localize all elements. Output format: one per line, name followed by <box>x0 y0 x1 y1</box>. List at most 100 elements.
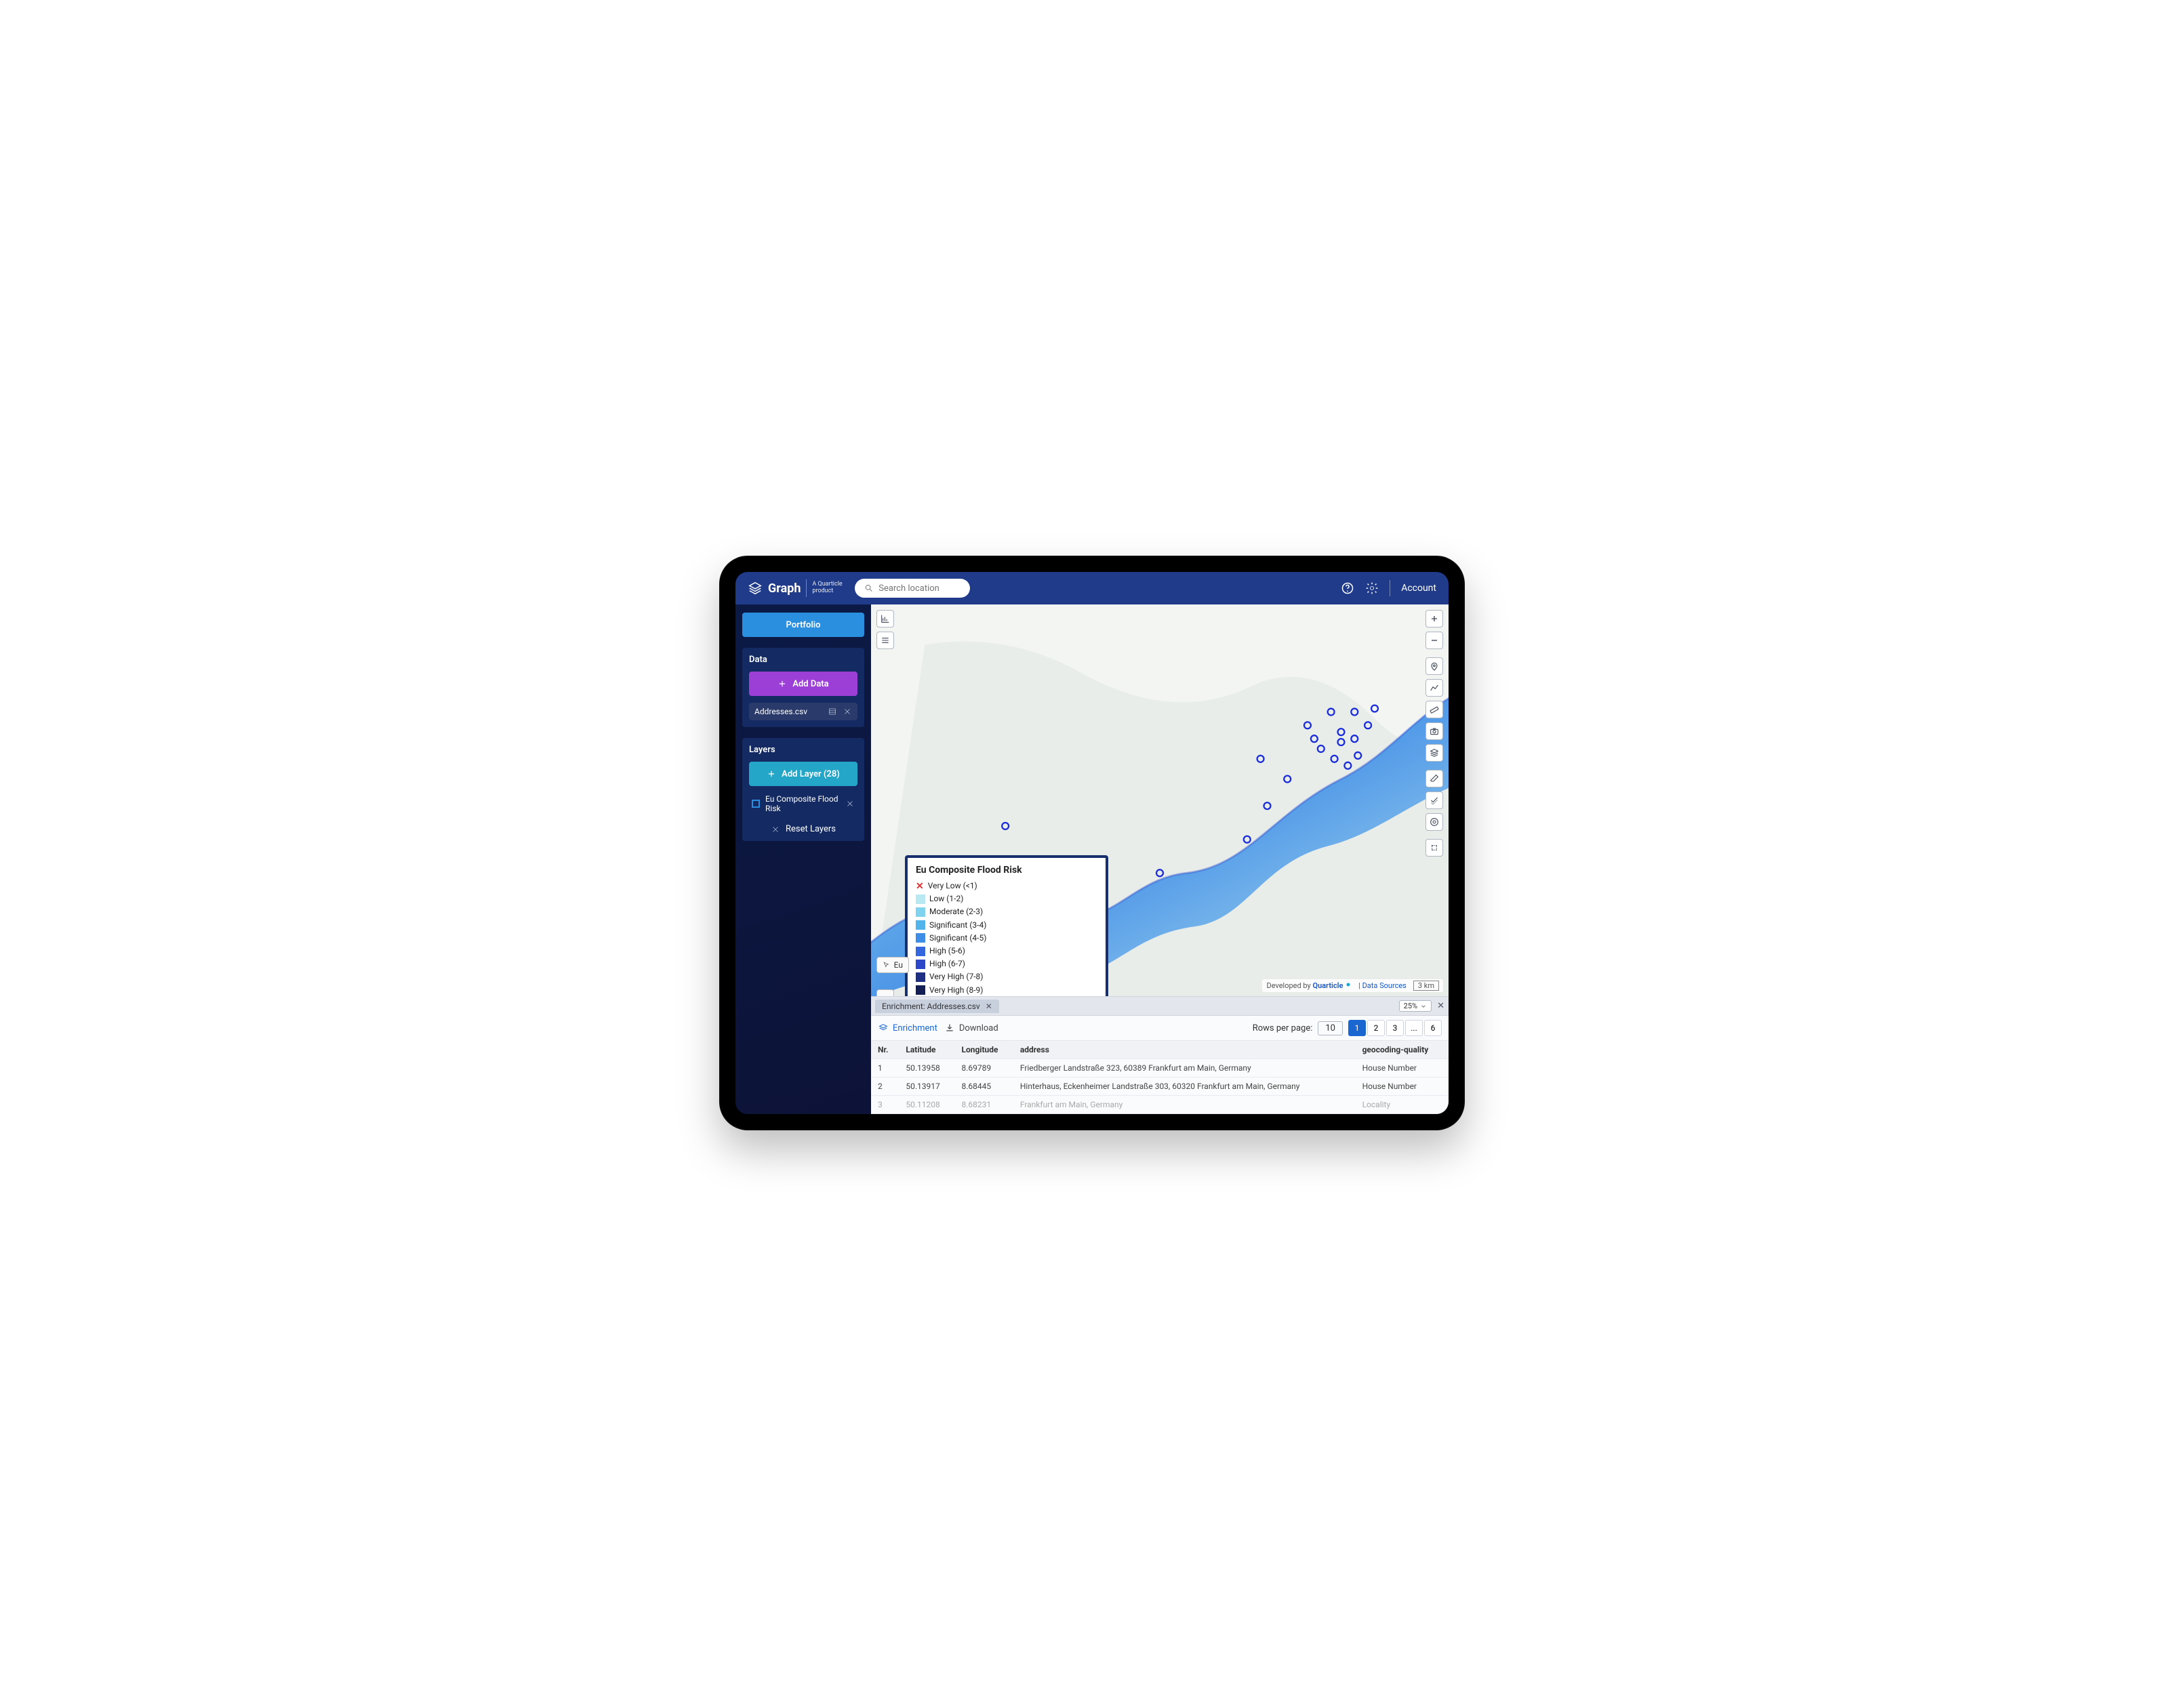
ruler-tool-button[interactable] <box>1425 701 1443 718</box>
bottom-panel: Enrichment: Addresses.csv ✕ 25% ✕ <box>871 996 1449 1114</box>
brand-subtitle: A Quarticleproduct <box>812 581 842 595</box>
zoom-out-button[interactable] <box>1425 632 1443 649</box>
table-cell: 8.68231 <box>954 1096 1013 1114</box>
polygon-tool-button[interactable] <box>1425 839 1443 857</box>
legend-row: Significant (4-5) <box>916 932 1097 945</box>
enrichment-tab[interactable]: Enrichment <box>878 1023 937 1033</box>
rows-per-page-select[interactable]: 10 <box>1318 1021 1343 1035</box>
page-button[interactable]: 6 <box>1424 1020 1442 1036</box>
brand-logo-icon <box>748 581 763 596</box>
map-attribution: Developed by Quarticle | Data Sources 3 … <box>1262 979 1443 992</box>
zoom-in-button[interactable] <box>1425 610 1443 628</box>
layers-tool-button[interactable] <box>1425 744 1443 762</box>
bottom-tabs: Enrichment: Addresses.csv ✕ 25% ✕ <box>871 997 1449 1016</box>
layer-chip[interactable]: Eu <box>876 957 909 973</box>
layer-item[interactable]: Eu Composite Flood Risk <box>749 793 857 815</box>
portfolio-button[interactable]: Portfolio <box>742 613 864 637</box>
table-cell: Locality <box>1356 1096 1449 1114</box>
rows-per-page-label: Rows per page: <box>1253 1023 1313 1033</box>
legend-row: Very High (7-8) <box>916 970 1097 983</box>
search-input[interactable] <box>878 583 960 594</box>
chevron-down-icon <box>1420 1003 1427 1010</box>
table-cell: Frankfurt am Main, Germany <box>1013 1096 1356 1114</box>
column-header[interactable]: address <box>1013 1041 1356 1059</box>
reset-layers-button[interactable]: Reset Layers <box>749 824 857 834</box>
line-tool-button[interactable] <box>1425 679 1443 697</box>
table-row[interactable]: 350.112088.68231Frankfurt am Main, Germa… <box>871 1096 1449 1114</box>
layer-item-label: Eu Composite Flood Risk <box>765 794 840 813</box>
eraser-tool-button[interactable] <box>1425 770 1443 787</box>
download-icon <box>944 1023 955 1033</box>
page-button[interactable]: 2 <box>1367 1020 1385 1036</box>
column-header[interactable]: Longitude <box>954 1041 1013 1059</box>
map-canvas[interactable]: Eu Composite Flood Risk ✕Very Low (<1)Lo… <box>871 604 1449 996</box>
legend-swatch <box>916 972 925 982</box>
check-tool-button[interactable] <box>1425 791 1443 809</box>
add-data-button[interactable]: Add Data <box>749 672 857 696</box>
legend-swatch <box>916 960 925 969</box>
bottom-tab[interactable]: Enrichment: Addresses.csv ✕ <box>875 1000 999 1013</box>
legend-panel: Eu Composite Flood Risk ✕Very Low (<1)Lo… <box>905 855 1108 996</box>
data-sources-link[interactable]: Data Sources <box>1362 981 1407 990</box>
plus-icon <box>767 769 776 779</box>
help-icon[interactable] <box>1341 581 1354 595</box>
column-header[interactable]: Nr. <box>871 1041 899 1059</box>
layer-swatch-icon <box>752 800 760 808</box>
table-cell: 50.13917 <box>899 1077 954 1096</box>
camera-tool-button[interactable] <box>1425 722 1443 740</box>
layers-panel: Layers Add Layer (28) Eu Composite Flood… <box>742 738 864 841</box>
scale-bar: 3 km <box>1413 981 1439 991</box>
account-link[interactable]: Account <box>1401 583 1436 594</box>
brand-separator <box>806 579 807 597</box>
map-area: Eu Composite Flood Risk ✕Very Low (<1)Lo… <box>871 604 1449 1114</box>
legend-swatch <box>916 920 925 930</box>
search-icon <box>864 583 874 594</box>
data-file-chip[interactable]: Addresses.csv <box>749 703 857 720</box>
wave-chip[interactable] <box>876 989 894 996</box>
bottom-actions: Enrichment Download Rows per page: 10 12… <box>871 1016 1449 1041</box>
target-tool-button[interactable] <box>1425 813 1443 831</box>
legend-swatch <box>916 895 925 904</box>
close-icon[interactable]: ✕ <box>1437 1001 1444 1011</box>
page-button[interactable]: 3 <box>1386 1020 1404 1036</box>
top-right: Account <box>1341 580 1436 596</box>
legend-row: Very High (8-9) <box>916 984 1097 997</box>
table-cell: Friedberger Landstraße 323, 60389 Frankf… <box>1013 1059 1356 1077</box>
table-cell: House Number <box>1356 1059 1449 1077</box>
top-bar: Graph A Quarticleproduct Account <box>735 572 1449 604</box>
table-cell: 3 <box>871 1096 899 1114</box>
table-cell: 8.69789 <box>954 1059 1013 1077</box>
panel-size-select[interactable]: 25% <box>1399 1000 1432 1012</box>
legend-title: Eu Composite Flood Risk <box>916 865 1097 876</box>
close-icon[interactable] <box>843 707 852 716</box>
legend-row: Low (1-2) <box>916 892 1097 905</box>
page-button[interactable]: 1 <box>1348 1020 1366 1036</box>
legend-row: High (5-6) <box>916 945 1097 958</box>
column-header[interactable]: Latitude <box>899 1041 954 1059</box>
close-icon[interactable]: ✕ <box>986 1002 992 1011</box>
column-header[interactable]: geocoding-quality <box>1356 1041 1449 1059</box>
list-tool-button[interactable] <box>876 632 894 649</box>
pin-tool-button[interactable] <box>1425 657 1443 675</box>
brand: Graph A Quarticleproduct <box>748 579 843 597</box>
add-layer-button[interactable]: Add Layer (28) <box>749 762 857 786</box>
chart-tool-button[interactable] <box>876 610 894 628</box>
brand-name: Graph <box>768 581 801 596</box>
table-row[interactable]: 150.139588.69789Friedberger Landstraße 3… <box>871 1059 1449 1077</box>
table-icon[interactable] <box>828 707 837 716</box>
legend-swatch <box>916 985 925 995</box>
legend-x-icon: ✕ <box>916 882 924 891</box>
sidebar: Portfolio Data Add Data Addresses.csv <box>735 604 871 1114</box>
legend-row: High (6-7) <box>916 958 1097 970</box>
layers-icon <box>878 1023 889 1033</box>
settings-icon[interactable] <box>1365 581 1379 595</box>
brand-mark-icon <box>1345 981 1352 988</box>
page-button[interactable]: ... <box>1405 1020 1423 1036</box>
table-cell: House Number <box>1356 1077 1449 1096</box>
table-row[interactable]: 250.139178.68445Hinterhaus, Eckenheimer … <box>871 1077 1449 1096</box>
search-field[interactable] <box>855 579 970 598</box>
legend-row: Significant (3-4) <box>916 919 1097 932</box>
wave-icon <box>880 993 891 996</box>
close-icon[interactable] <box>845 799 855 808</box>
download-button[interactable]: Download <box>944 1023 998 1033</box>
